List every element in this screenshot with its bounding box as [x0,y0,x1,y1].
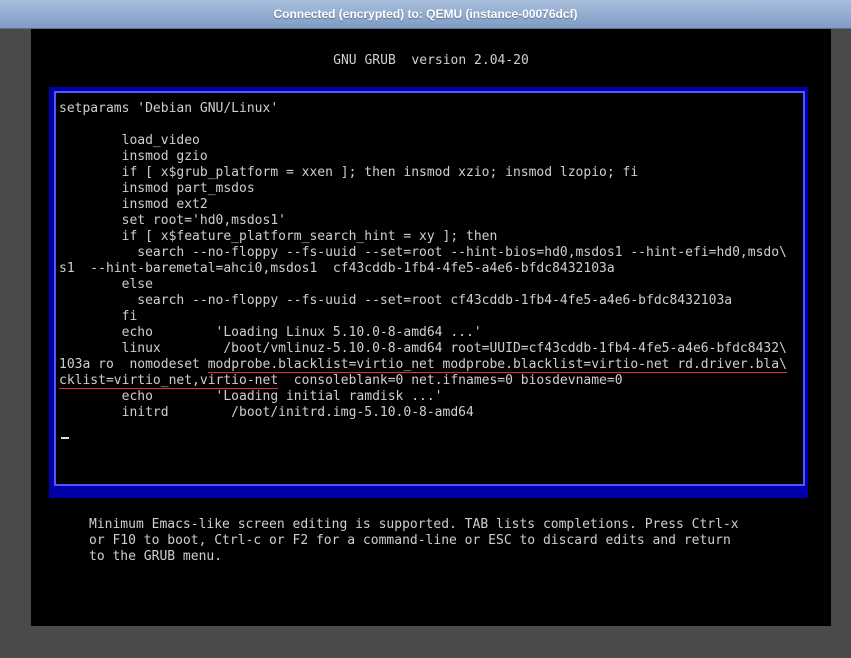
blacklist-highlight: modprobe.blacklist=virtio_net modprobe.b… [207,357,787,373]
editor-line-kernel-args-cont: cklist=virtio_net,virtio-net consoleblan… [59,373,787,389]
editor-line: insmod part_msdos [59,181,255,196]
help-line: to the GRUB menu. [89,549,223,564]
grub-editor-frame: setparams 'Debian GNU/Linux' load_video … [49,87,808,498]
editor-line: linux /boot/vmlinuz-5.10.0-8-amd64 root=… [59,341,787,356]
editor-line: s1 --hint-baremetal=ahci0,msdos1 cf43cdd… [59,261,615,276]
editor-line: setparams 'Debian GNU/Linux' [59,101,279,116]
editor-line: load_video [59,133,200,148]
text-cursor [61,437,69,439]
blacklist-highlight-cont: cklist=virtio_net,virtio-net [59,373,279,389]
editor-line: fi [59,309,138,324]
editor-line: if [ x$feature_platform_search_hint = xy… [59,229,498,244]
window-title: Connected (encrypted) to: QEMU (instance… [273,7,578,21]
kernel-args-suffix: consoleblank=0 net.ifnames=0 biosdevname… [278,373,623,388]
editor-line: initrd /boot/initrd.img-5.10.0-8-amd64 [59,405,474,420]
editor-line: echo 'Loading initial ramdisk ...' [59,389,443,404]
editor-line: if [ x$grub_platform = xxen ]; then insm… [59,165,639,180]
kernel-args-prefix: 103a ro nomodeset [59,357,208,372]
help-line: Minimum Emacs-like screen editing is sup… [89,517,739,532]
window-titlebar: Connected (encrypted) to: QEMU (instance… [0,0,851,29]
vm-console[interactable]: GNU GRUB version 2.04-20 setparams 'Debi… [31,29,831,626]
editor-line: else [59,277,153,292]
editor-line: insmod ext2 [59,197,208,212]
help-line: or F10 to boot, Ctrl-c or F2 for a comma… [89,533,731,548]
grub-editor-text[interactable]: setparams 'Debian GNU/Linux' load_video … [59,101,787,421]
editor-line-kernel-args: 103a ro nomodeset modprobe.blacklist=vir… [59,357,787,373]
grub-version-header: GNU GRUB version 2.04-20 [333,53,529,68]
grub-editor[interactable]: setparams 'Debian GNU/Linux' load_video … [54,91,805,486]
editor-line: search --no-floppy --fs-uuid --set=root … [59,293,733,308]
editor-line: search --no-floppy --fs-uuid --set=root … [59,245,787,260]
grub-help-text: Minimum Emacs-like screen editing is sup… [89,517,739,565]
editor-line: echo 'Loading Linux 5.10.0-8-amd64 ...' [59,325,482,340]
editor-line: insmod gzio [59,149,208,164]
editor-line: set root='hd0,msdos1' [59,213,286,228]
